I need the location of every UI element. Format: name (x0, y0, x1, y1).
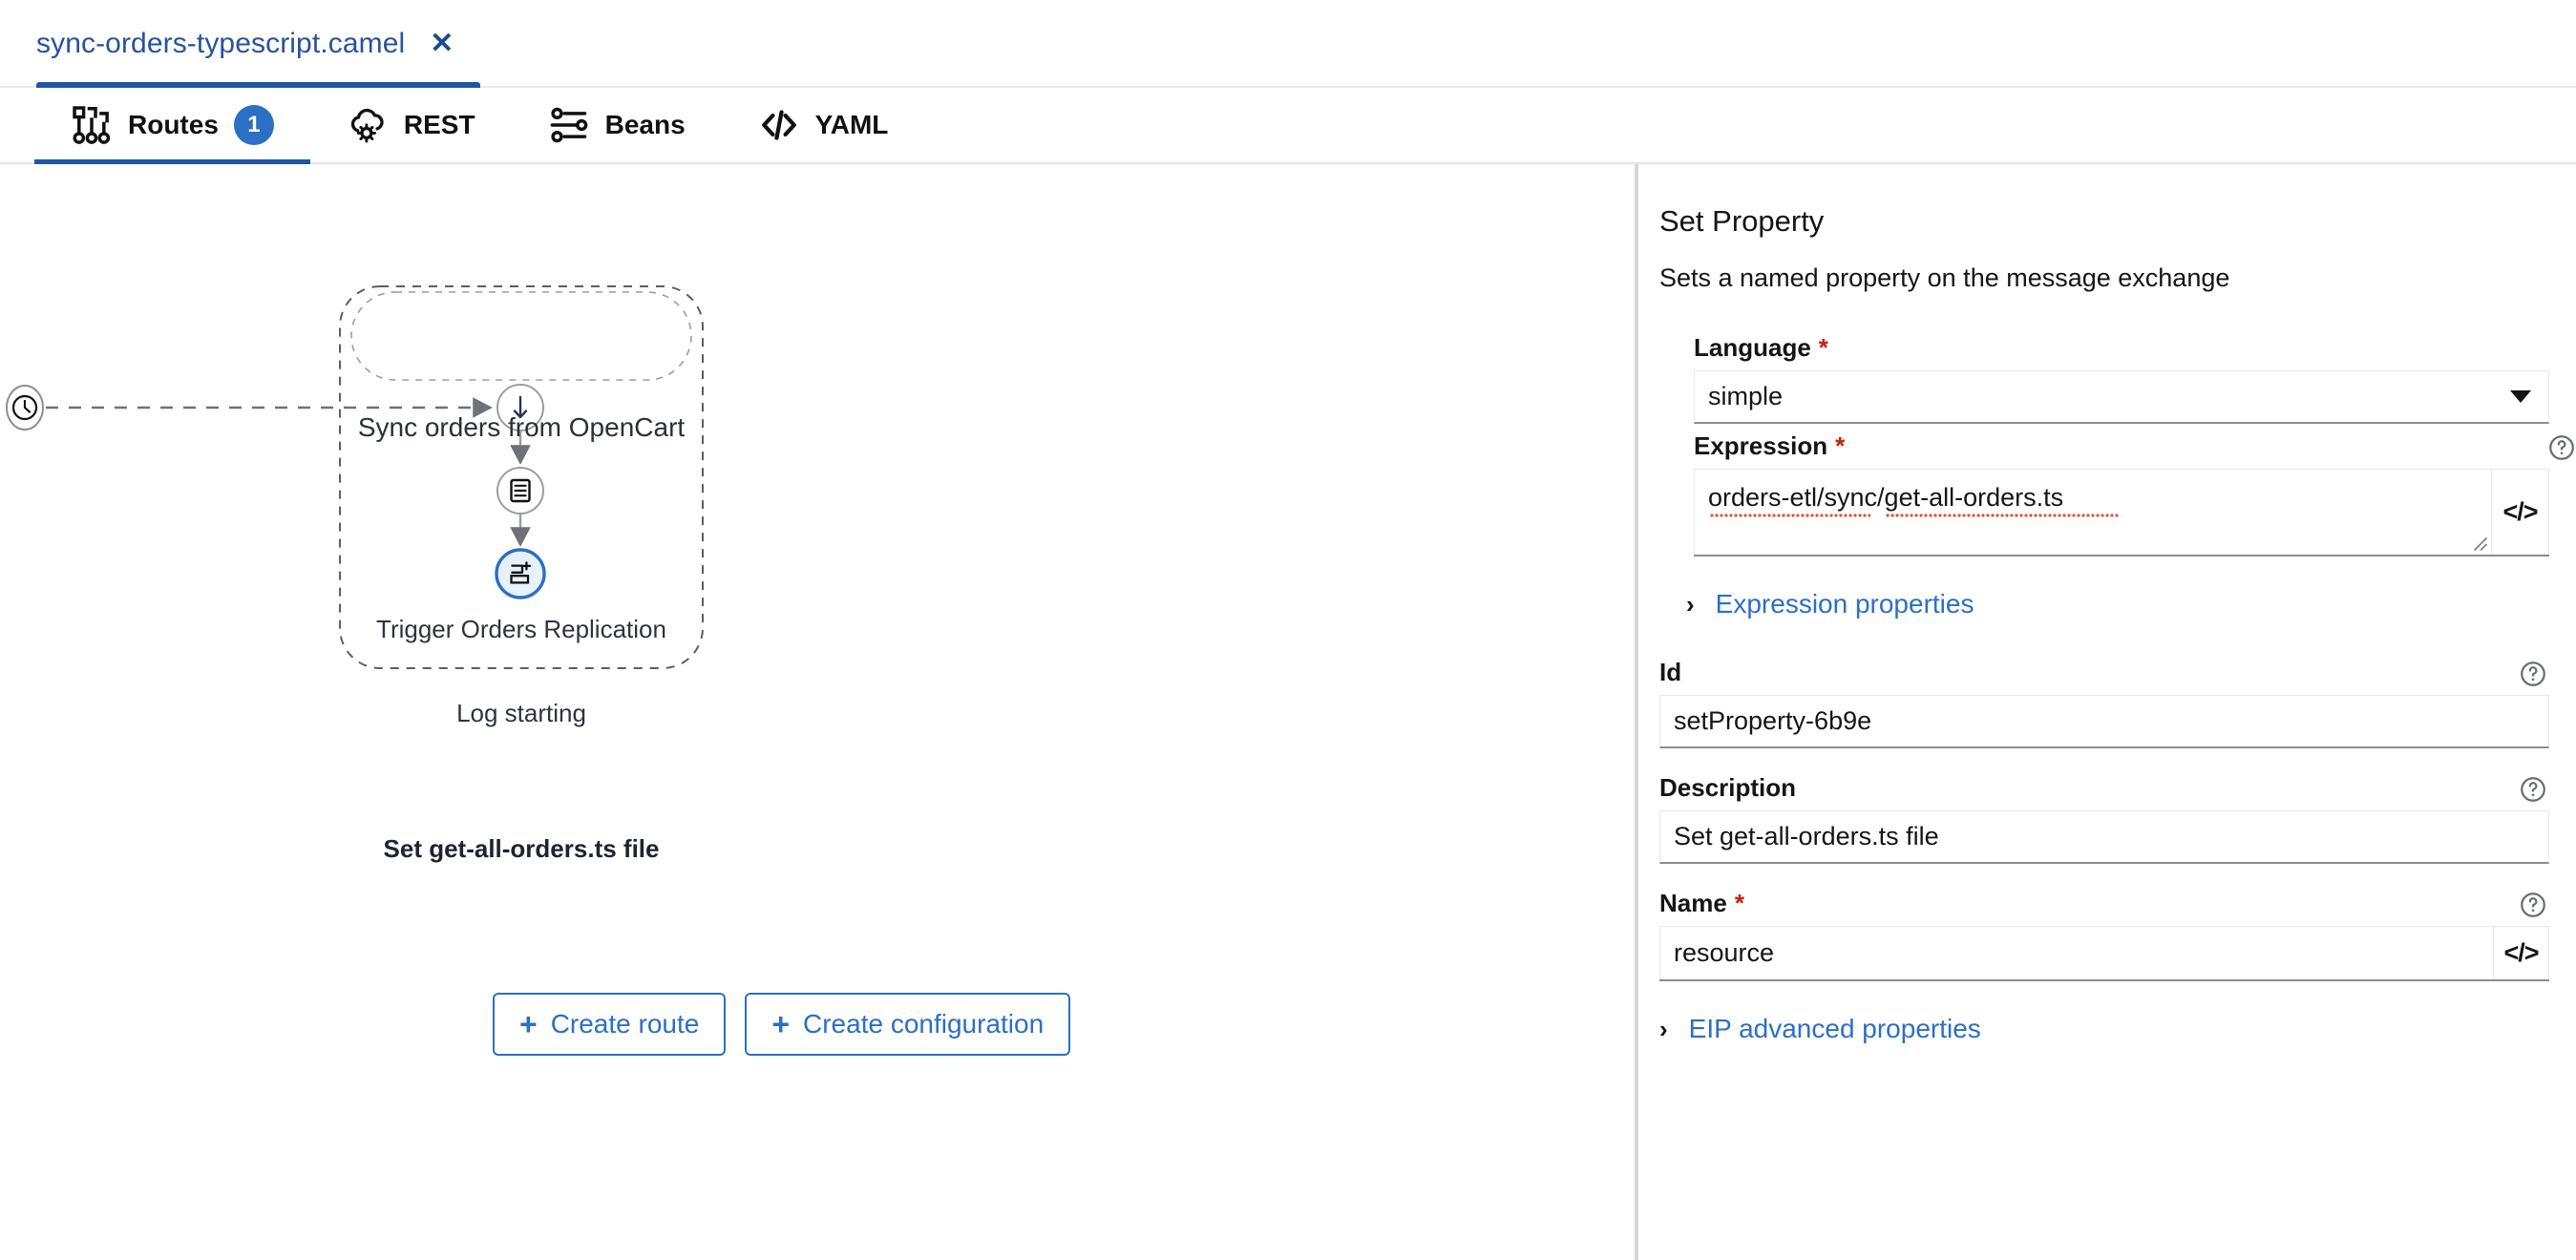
route-group-title: Sync orders from OpenCart (357, 412, 686, 442)
help-circle-icon[interactable] (2519, 660, 2547, 688)
panel-title: Set Property (1659, 204, 1825, 238)
yaml-code-icon (758, 104, 800, 146)
field-name: Name * resource </> (1659, 889, 2549, 981)
create-configuration-label: Create configuration (803, 1009, 1045, 1039)
id-label-row: Id (1659, 658, 2549, 687)
chevron-right-icon: › (1686, 590, 1695, 619)
file-tab-label: sync-orders-typescript.camel (36, 28, 406, 59)
tab-yaml-label: YAML (814, 110, 889, 139)
expression-textarea[interactable]: orders-etl/sync/get-all-orders.ts (1694, 469, 2492, 555)
expression-code-editor-button[interactable]: </> (2492, 469, 2549, 555)
field-expression: Expression * orders-etl/sync/get-all-ord… (1659, 431, 2574, 556)
language-label-row: Language * (1694, 333, 2549, 363)
route-canvas[interactable]: Sync orders from OpenCart Trigger Orders… (0, 164, 1635, 1260)
tab-yaml[interactable]: YAML (722, 88, 925, 162)
panel-subtitle: Sets a named property on the message exc… (1659, 263, 2230, 292)
description-input[interactable]: Set get-all-orders.ts file (1659, 810, 2549, 864)
tab-beans-label: Beans (604, 110, 686, 139)
plus-icon: + (519, 1007, 538, 1041)
code-icon: </> (2503, 938, 2539, 967)
name-value: resource (1674, 938, 1775, 967)
create-route-button[interactable]: + Create route (493, 993, 727, 1056)
field-id: Id setProperty-6b9e (1659, 658, 2549, 748)
create-route-label: Create route (550, 1009, 700, 1039)
node-setproperty-circle (495, 548, 546, 599)
create-configuration-button[interactable]: + Create configuration (745, 993, 1071, 1056)
language-select[interactable]: simple (1694, 370, 2549, 424)
beans-sliders-icon (548, 104, 590, 146)
route-graph (6, 285, 704, 669)
name-label-row: Name * (1659, 889, 2549, 918)
routes-topology-icon (71, 104, 113, 146)
file-tab-strip: sync-orders-typescript.camel ✕ (0, 0, 2576, 88)
node-label-trigger: Trigger Orders Replication (376, 615, 666, 643)
editor-body: Sync orders from OpenCart Trigger Orders… (0, 164, 2576, 1260)
field-language: Language * simple (1659, 333, 2549, 424)
language-value: simple (1708, 382, 1784, 410)
tab-routes-label: Routes (128, 110, 219, 139)
chevron-right-icon: › (1659, 1015, 1668, 1043)
name-label: Name (1659, 889, 1727, 917)
required-asterisk: * (1818, 333, 1828, 362)
description-value: Set get-all-orders.ts file (1674, 822, 1939, 850)
properties-panel: Set Property Sets a named property on th… (1638, 164, 2576, 1260)
close-icon[interactable]: ✕ (430, 30, 454, 58)
node-label-log: Log starting (456, 699, 586, 727)
tab-rest-label: REST (403, 110, 475, 139)
tab-rest[interactable]: REST (310, 88, 512, 162)
canvas-action-buttons: + Create route + Create configuration (493, 993, 1071, 1056)
eip-advanced-properties-label: EIP advanced properties (1688, 1014, 1981, 1043)
field-description: Description Set get-all-orders.ts file (1659, 773, 2549, 864)
tab-routes[interactable]: Routes 1 (34, 88, 310, 164)
expression-value: orders-etl/sync/get-all-orders.ts (1708, 483, 2064, 512)
main-tab-bar: Routes 1 REST Beans YAML (0, 88, 2576, 164)
id-label: Id (1659, 658, 1682, 686)
name-input[interactable]: resource (1659, 926, 2494, 979)
id-value: setProperty-6b9e (1674, 706, 1872, 735)
tab-beans[interactable]: Beans (512, 88, 722, 162)
routes-count-badge: 1 (233, 105, 274, 145)
route-title-pill (350, 291, 692, 381)
expression-label: Expression (1694, 431, 1828, 460)
name-code-editor-button[interactable]: </> (2494, 926, 2549, 979)
required-asterisk: * (1835, 431, 1846, 460)
rest-cloud-gear-icon (347, 104, 389, 146)
help-circle-icon[interactable] (2519, 775, 2547, 804)
node-label-setproperty: Set get-all-orders.ts file (383, 834, 660, 863)
help-circle-icon[interactable] (2519, 891, 2547, 919)
expression-properties-label: Expression properties (1715, 589, 1974, 619)
spellcheck-underline (1710, 514, 1870, 517)
description-label-row: Description (1659, 773, 2549, 803)
id-input[interactable]: setProperty-6b9e (1659, 695, 2549, 748)
help-circle-icon[interactable] (2547, 433, 2576, 462)
plus-icon: + (771, 1007, 791, 1041)
chevron-down-icon[interactable] (2510, 390, 2531, 403)
description-label: Description (1659, 773, 1797, 802)
name-input-wrap: resource </> (1659, 926, 2549, 981)
file-tab[interactable]: sync-orders-typescript.camel ✕ (36, 0, 475, 88)
language-label: Language (1694, 333, 1811, 362)
eip-advanced-properties-expander[interactable]: › EIP advanced properties (1659, 1014, 2549, 1044)
required-asterisk: * (1734, 889, 1744, 917)
resize-grip-icon[interactable] (2473, 536, 2488, 552)
expression-editor-wrap: orders-etl/sync/get-all-orders.ts </> (1694, 469, 2549, 556)
expression-label-row: Expression * (1694, 431, 2549, 461)
expression-properties-expander[interactable]: › Expression properties (1659, 589, 2549, 620)
code-icon: </> (2502, 497, 2538, 526)
spellcheck-underline (1886, 514, 2119, 517)
